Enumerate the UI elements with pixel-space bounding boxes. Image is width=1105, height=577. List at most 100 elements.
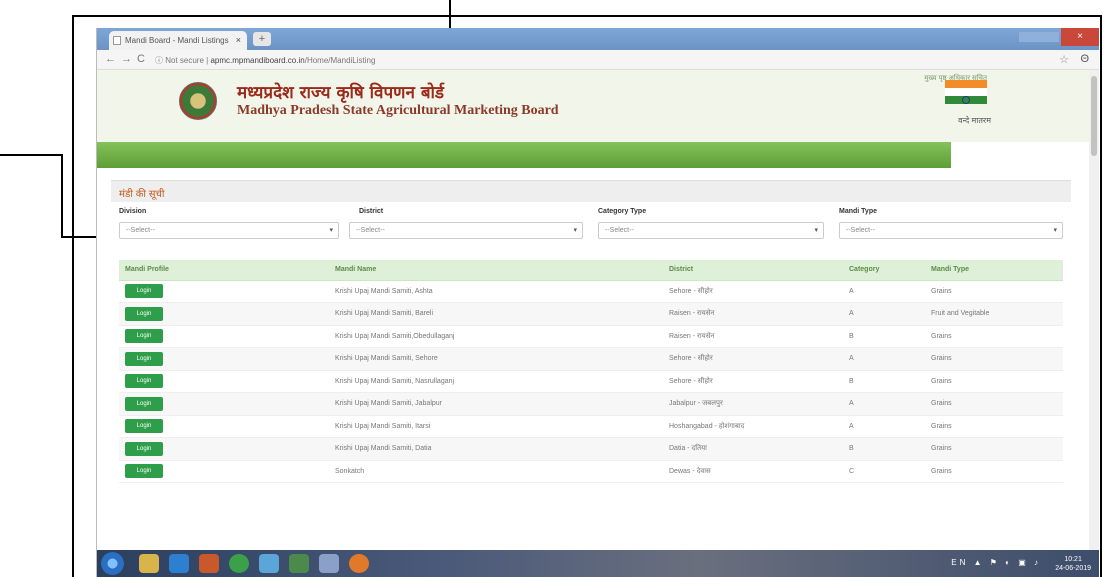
district-cell: Sehore - सीहोर: [663, 280, 843, 303]
login-button[interactable]: Login: [125, 441, 163, 456]
login-button[interactable]: Login: [125, 306, 163, 321]
page-scrollbar[interactable]: [1089, 70, 1099, 550]
login-button[interactable]: Login: [125, 396, 163, 411]
file-explorer-icon[interactable]: [139, 554, 159, 573]
browser-window: Mandi Board - Mandi Listings × + × ← → C…: [96, 28, 1099, 577]
motto-text: वन्दे मातरम: [958, 116, 991, 125]
annotation-frame-left: [72, 15, 74, 577]
media-player-icon[interactable]: [199, 554, 219, 573]
district-cell: Dewas - देवास: [663, 460, 843, 483]
firefox-icon[interactable]: [349, 554, 369, 573]
division-value: --Select--: [126, 227, 155, 234]
mandi-name-cell: Krishi Upaj Mandi Samiti, Bareli: [329, 302, 663, 326]
mandi-list-panel: मंडी की सूची Division --Select-- ▾ Distri…: [111, 180, 1071, 577]
table-row: Login Krishi Upaj Mandi Samiti, Nasrullag…: [119, 370, 1063, 393]
district-cell: Sehore - सीहोर: [663, 370, 843, 393]
district-value: --Select--: [356, 227, 385, 234]
mandi-type-cell: Grains: [925, 347, 1063, 371]
mandi-type-cell: Grains: [925, 280, 1063, 303]
security-indicator[interactable]: ⓘ Not secure: [155, 56, 204, 65]
mandi-type-select[interactable]: --Select-- ▾: [839, 222, 1063, 239]
document-icon[interactable]: [319, 554, 339, 573]
forward-icon[interactable]: →: [121, 53, 132, 65]
category-type-value: --Select--: [605, 227, 634, 234]
site-title-english: Madhya Pradesh State Agricultural Market…: [237, 103, 559, 118]
category-cell: A: [843, 392, 925, 416]
table-row: Login Krishi Upaj Mandi Samiti, Datia Dati…: [119, 437, 1063, 461]
internet-explorer-icon[interactable]: [169, 554, 189, 573]
address-bar: ← → C ⓘ Not secure | apmc.mpmandiboard.c…: [97, 50, 1099, 70]
category-cell: A: [843, 347, 925, 371]
category-type-select[interactable]: --Select-- ▾: [598, 222, 824, 239]
favicon-icon: [113, 36, 121, 45]
division-select[interactable]: --Select-- ▾: [119, 222, 339, 239]
scrollbar-thumb[interactable]: [1091, 76, 1097, 156]
clock-time: 10:21: [1064, 556, 1082, 563]
district-cell: Raisen - रायसेन: [663, 302, 843, 326]
division-label: Division: [119, 208, 147, 215]
start-button-icon[interactable]: [101, 552, 124, 575]
window-close-button[interactable]: ×: [1061, 28, 1099, 46]
browser-tab[interactable]: Mandi Board - Mandi Listings ×: [109, 31, 247, 50]
window-controls[interactable]: [1019, 32, 1059, 42]
mandi-type-cell: Fruit and Vegitable: [925, 302, 1063, 326]
table-header-row: Mandi Profile Mandi Name District Catego…: [119, 260, 1063, 281]
table-row: Login Krishi Upaj Mandi Samiti, Ashta Seho…: [119, 280, 1063, 303]
table-row: Login Krishi Upaj Mandi Samiti,Obedullaga…: [119, 325, 1063, 348]
paint-icon[interactable]: [259, 554, 279, 573]
panel-title: मंडी की सूची: [111, 180, 1071, 202]
table-row: Login Krishi Upaj Mandi Samiti, Bareli Rai…: [119, 302, 1063, 326]
tab-close-icon[interactable]: ×: [236, 35, 241, 45]
mandi-type-value: --Select--: [846, 227, 875, 234]
mandi-type-cell: Grains: [925, 392, 1063, 416]
mandi-name-cell: Krishi Upaj Mandi Samiti,Obedullaganj: [329, 325, 663, 348]
url-field[interactable]: ⓘ Not secure | apmc.mpmandiboard.co.in/H…: [155, 52, 975, 68]
site-header: मुख्य पृष्ठ अधिकार सूचित मध्यप्रदेश राज्…: [97, 70, 1099, 142]
category-type-label: Category Type: [598, 208, 647, 215]
login-button[interactable]: Login: [125, 419, 163, 434]
mandi-type-cell: Grains: [925, 370, 1063, 393]
category-cell: C: [843, 460, 925, 483]
spreadsheet-icon[interactable]: [289, 554, 309, 573]
windows-taskbar: EN ▲ ⚑ ◐ ▣ ♪ 10:21 24-06-2019: [97, 550, 1099, 577]
mandi-table: Mandi Profile Mandi Name District Catego…: [119, 260, 1063, 483]
mandi-type-cell: Grains: [925, 415, 1063, 438]
profile-cell: Login: [119, 302, 329, 326]
district-label: District: [359, 208, 384, 215]
col-category: Category: [843, 260, 925, 281]
filter-row: Division --Select-- ▾ District --Select--…: [111, 202, 1071, 242]
category-cell: A: [843, 280, 925, 303]
clock-date: 24-06-2019: [1055, 565, 1091, 572]
district-cell: Jabalpur - जबलपुर: [663, 392, 843, 416]
account-icon[interactable]: Θ: [1080, 53, 1089, 65]
category-cell: B: [843, 370, 925, 393]
new-tab-button[interactable]: +: [253, 32, 271, 46]
profile-cell: Login: [119, 280, 329, 303]
login-button[interactable]: Login: [125, 374, 163, 389]
col-mandi-profile: Mandi Profile: [119, 260, 329, 281]
reload-icon[interactable]: C: [137, 53, 145, 65]
profile-cell: Login: [119, 437, 329, 461]
chevron-down-icon: ▾: [1053, 227, 1057, 234]
district-select[interactable]: --Select-- ▾: [349, 222, 583, 239]
chrome-icon[interactable]: [229, 554, 249, 573]
mandi-type-cell: Grains: [925, 460, 1063, 483]
login-button[interactable]: Login: [125, 464, 163, 479]
system-tray[interactable]: EN ▲ ⚑ ◐ ▣ ♪: [951, 558, 1041, 567]
district-cell: Sehore - सीहोर: [663, 347, 843, 371]
annotation-arrow-division-h2: [61, 236, 99, 238]
login-button[interactable]: Login: [125, 284, 163, 299]
login-button[interactable]: Login: [125, 351, 163, 366]
bookmark-star-icon[interactable]: ☆: [1059, 53, 1069, 66]
chevron-down-icon: ▾: [573, 227, 577, 234]
back-icon[interactable]: ←: [105, 53, 116, 65]
table-row: Login Krishi Upaj Mandi Samiti, Sehore Seh…: [119, 347, 1063, 371]
col-mandi-type: Mandi Type: [925, 260, 1063, 281]
annotation-frame-top: [72, 15, 1102, 17]
taskbar-clock[interactable]: 10:21 24-06-2019: [1055, 555, 1091, 573]
login-button[interactable]: Login: [125, 329, 163, 344]
district-cell: Raisen - रायसेन: [663, 325, 843, 348]
category-cell: A: [843, 302, 925, 326]
col-district: District: [663, 260, 843, 281]
profile-cell: Login: [119, 347, 329, 371]
